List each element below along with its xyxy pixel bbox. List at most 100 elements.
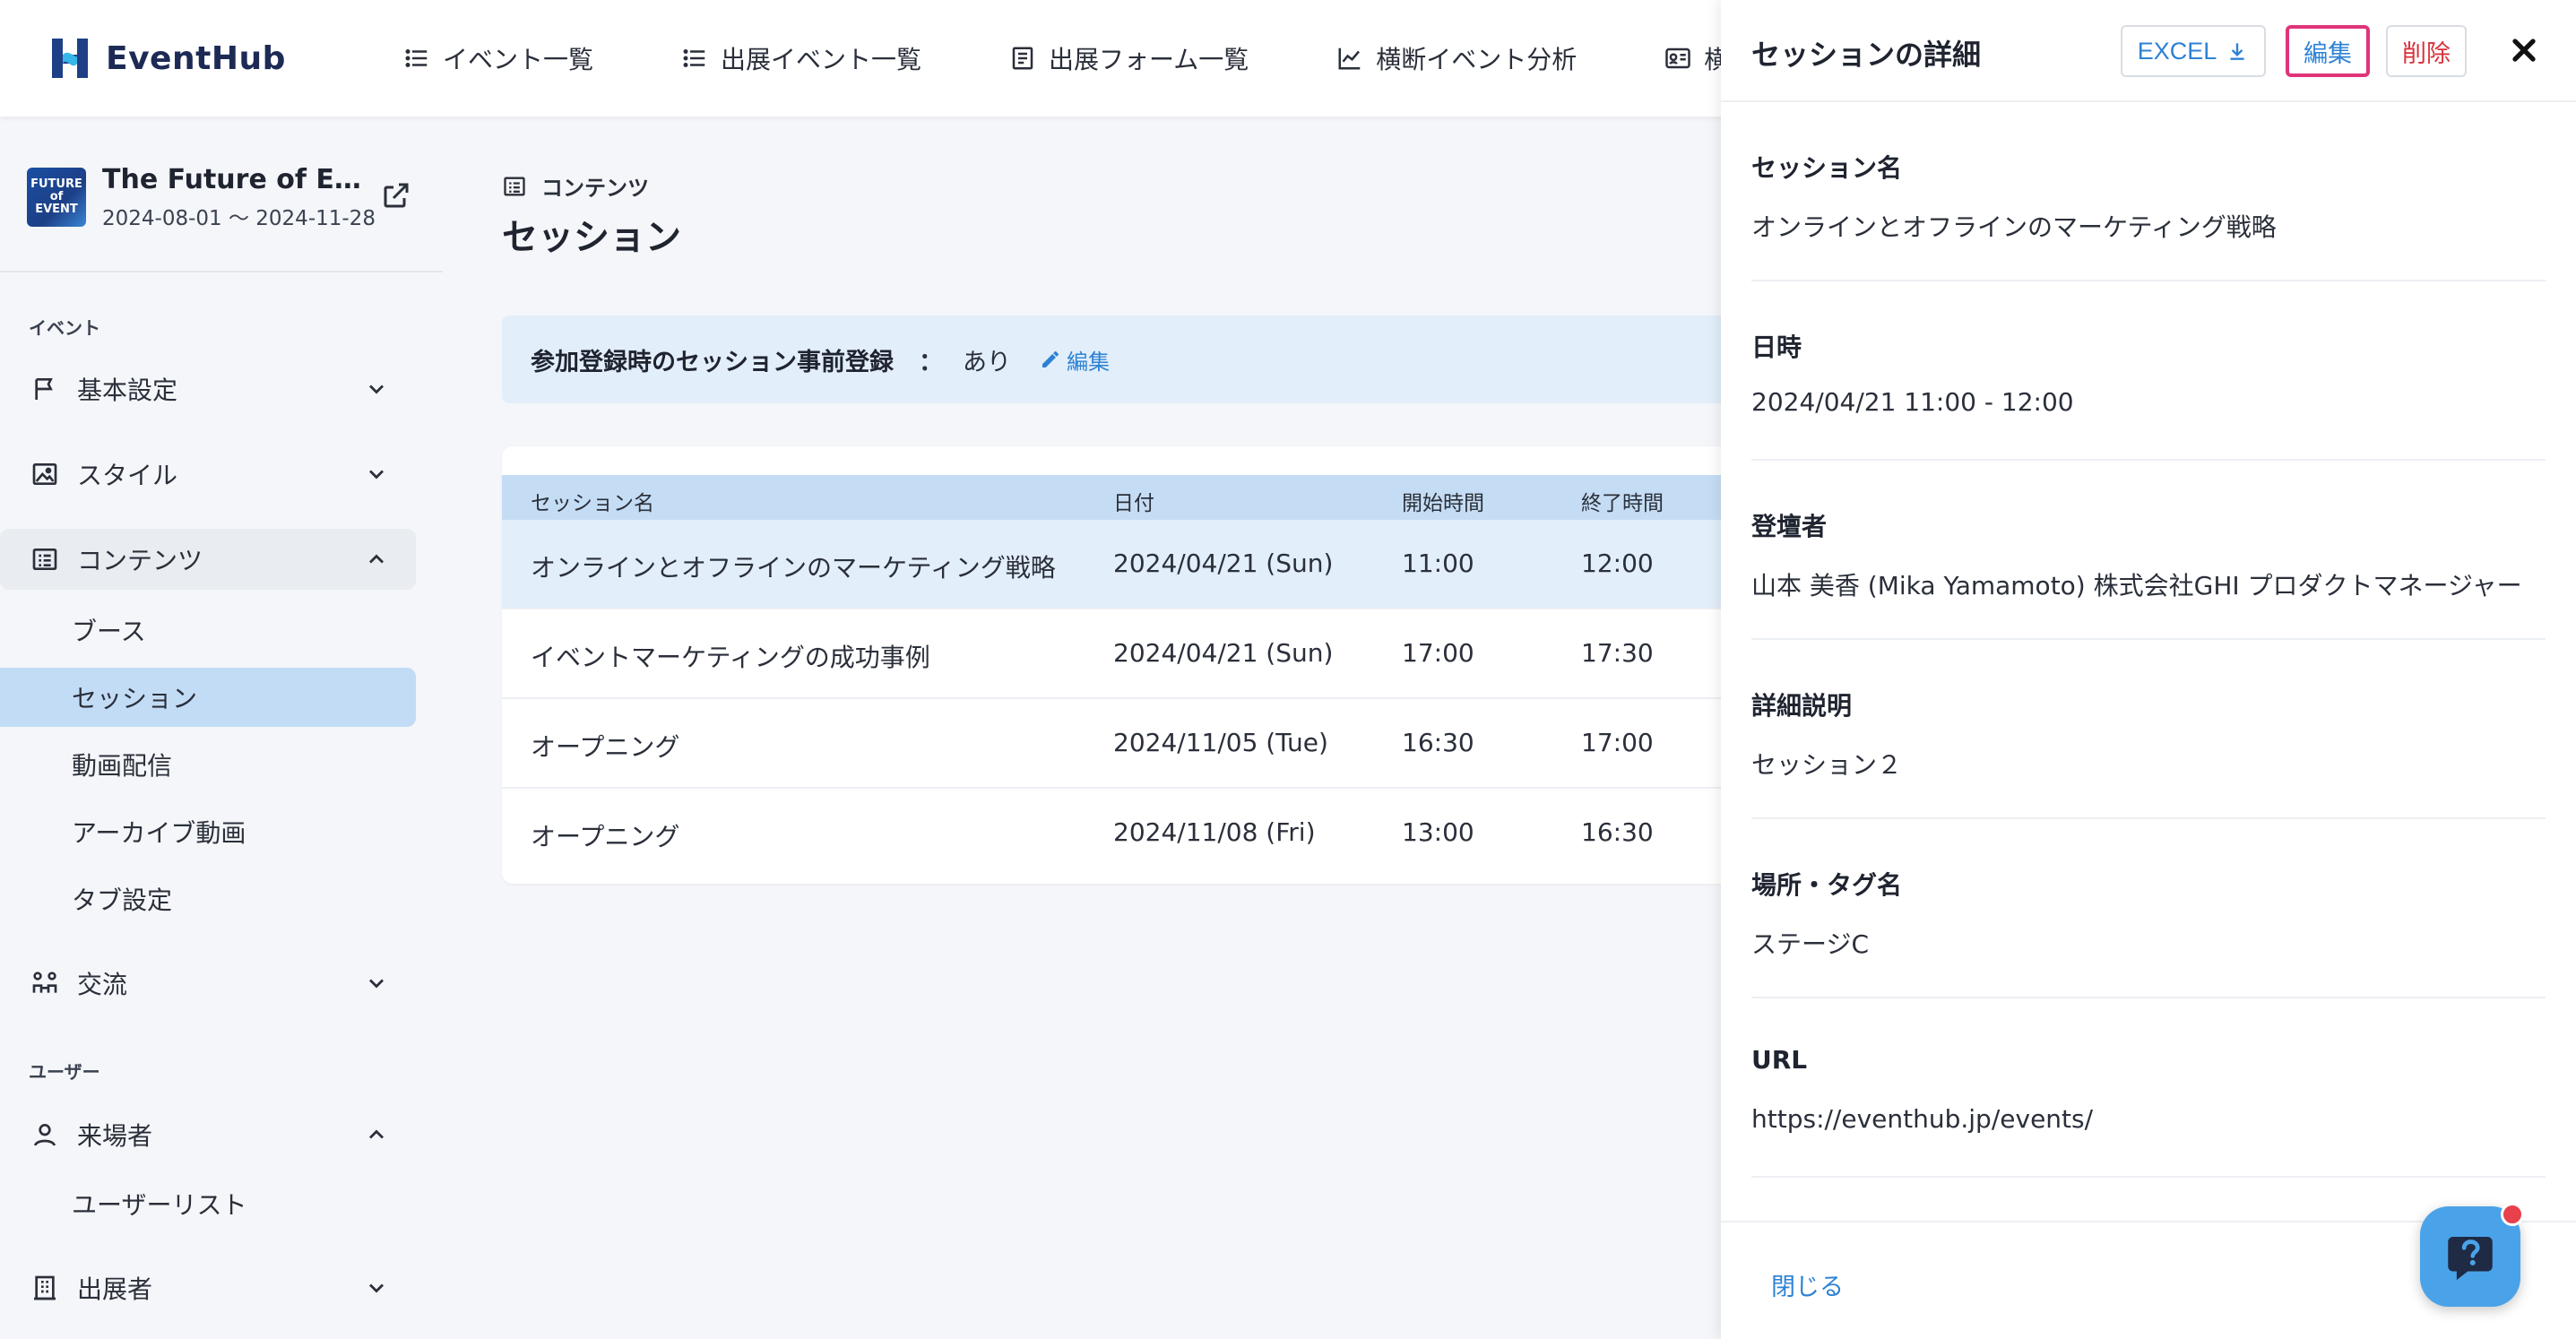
sidebar-item-basic-settings[interactable]: 基本設定 xyxy=(0,359,416,419)
nav-label: 横断イベント分析 xyxy=(1376,45,1578,74)
sidebar-item-exhibitors[interactable]: 出展者 xyxy=(0,1257,416,1318)
nav-exhibit-form-list[interactable]: 出展フォーム一覧 xyxy=(1009,40,1249,76)
notification-badge xyxy=(2501,1203,2524,1226)
field-label: URL xyxy=(1751,1045,1808,1075)
nav-label: イベント一覧 xyxy=(443,45,594,74)
download-icon xyxy=(2230,43,2244,60)
field-value: ステージC xyxy=(1751,929,1869,959)
column-header-session-name[interactable]: セッション名 xyxy=(531,486,654,516)
page-title: セッション xyxy=(502,217,681,258)
sidebar-item-label: 交流 xyxy=(77,970,128,999)
sidebar-subitem-tab-settings[interactable]: タブ設定 xyxy=(0,869,416,929)
cell-session-name: オープニング xyxy=(531,822,680,851)
session-table: セッション名 日付 開始時間 終了時間 オンラインとオフラインのマーケティング戦… xyxy=(502,446,1757,884)
sidebar-item-contents[interactable]: コンテンツ xyxy=(0,529,416,590)
image-icon xyxy=(32,463,57,485)
field-label: セッション名 xyxy=(1751,153,1903,183)
field-label: 登壇者 xyxy=(1751,512,1828,541)
nav-event-list[interactable]: イベント一覧 xyxy=(403,40,593,76)
sidebar-subitem-video-streaming[interactable]: 動画配信 xyxy=(0,735,416,794)
field-value: オンラインとオフラインのマーケティング戦略 xyxy=(1751,212,2277,242)
detail-field-session-name: セッション名 オンラインとオフラインのマーケティング戦略 xyxy=(1751,102,2546,281)
table-row[interactable]: オープニング 2024/11/08 (Fri) 13:00 16:30 xyxy=(502,789,1757,878)
help-question-icon xyxy=(2448,1237,2493,1281)
chevron-down-icon xyxy=(369,1283,384,1293)
close-panel-link[interactable]: 閉じる xyxy=(1771,1267,1844,1302)
field-value: セッション２ xyxy=(1751,750,1903,780)
user-icon xyxy=(34,1124,56,1146)
cell-end-time: 12:00 xyxy=(1581,549,1654,578)
chart-icon xyxy=(1338,48,1361,70)
section-label-event: イベント xyxy=(29,317,100,339)
chevron-down-icon xyxy=(369,384,384,394)
id-card-icon xyxy=(1665,48,1690,69)
brand-name: EventHub xyxy=(106,39,286,77)
detail-field-url: URL https://eventhub.jp/events/ xyxy=(1751,998,2546,1178)
chevron-down-icon xyxy=(369,470,384,479)
sidebar-item-exchange[interactable]: 交流 xyxy=(0,953,416,1014)
cell-session-name: オープニング xyxy=(531,732,680,762)
cell-date: 2024/11/08 (Fri) xyxy=(1113,817,1316,847)
table-header: セッション名 日付 開始時間 終了時間 xyxy=(502,475,1757,520)
external-link-icon[interactable] xyxy=(380,179,412,212)
field-label: 場所・タグ名 xyxy=(1751,870,1903,900)
cell-start-time: 11:00 xyxy=(1402,549,1474,578)
column-header-date[interactable]: 日付 xyxy=(1113,486,1154,516)
column-header-start-time[interactable]: 開始時間 xyxy=(1402,486,1484,516)
field-value[interactable]: https://eventhub.jp/events/ xyxy=(1751,1104,2093,1134)
event-info: The Future of Eve… 2024-08-01 〜 2024-11-… xyxy=(102,164,376,231)
detail-field-description: 詳細説明 セッション２ xyxy=(1751,640,2546,819)
event-card[interactable]: FUTURE of EVENT The Future of Eve… 2024-… xyxy=(27,161,421,233)
close-icon[interactable] xyxy=(2506,32,2542,68)
contents-icon xyxy=(32,549,57,570)
breadcrumb: コンテンツ xyxy=(502,170,649,202)
event-dates: 2024-08-01 〜 2024-11-28 xyxy=(102,206,376,230)
cell-date: 2024/04/21 (Sun) xyxy=(1113,549,1334,578)
chevron-down-icon xyxy=(369,979,384,989)
session-detail-panel: セッションの詳細 EXCEL 編集 削除 セッション名 オンラインとオフラインの… xyxy=(1721,0,2576,1339)
top-navigation: イベント一覧 出展イベント一覧 出展フォーム一覧 横断イベント分析 横 xyxy=(403,0,1817,117)
preregistration-edit-link[interactable]: 編集 xyxy=(1040,344,1110,376)
field-label: 詳細説明 xyxy=(1751,691,1853,721)
table-row[interactable]: オープニング 2024/11/05 (Tue) 16:30 17:00 xyxy=(502,699,1757,789)
chevron-up-icon xyxy=(369,1129,384,1139)
cell-session-name: オンラインとオフラインのマーケティング戦略 xyxy=(531,553,1056,583)
help-chat-button[interactable] xyxy=(2420,1203,2524,1307)
cell-start-time: 13:00 xyxy=(1402,817,1474,847)
nav-label: 出展イベント一覧 xyxy=(721,45,922,74)
edit-button[interactable]: 編集 xyxy=(2286,25,2370,77)
cell-start-time: 16:30 xyxy=(1402,728,1474,757)
flag-icon xyxy=(35,378,53,400)
eventhub-logo[interactable]: EventHub xyxy=(47,29,286,88)
detail-field-datetime: 日時 2024/04/21 11:00 - 12:00 xyxy=(1751,281,2546,461)
excel-download-button[interactable]: EXCEL xyxy=(2121,25,2266,77)
chevron-up-icon xyxy=(369,554,384,564)
sidebar-item-label: 基本設定 xyxy=(77,376,178,405)
edit-label: 編集 xyxy=(1067,349,1110,375)
nav-cross-event-analysis[interactable]: 横断イベント分析 xyxy=(1336,40,1577,76)
list-icon xyxy=(683,49,705,67)
sidebar-item-label: 来場者 xyxy=(77,1121,153,1151)
pencil-icon xyxy=(1042,351,1059,367)
table-row[interactable]: イベントマーケティングの成功事例 2024/04/21 (Sun) 17:00 … xyxy=(502,609,1757,699)
panel-header: セッションの詳細 EXCEL 編集 削除 xyxy=(1721,0,2576,102)
sidebar-item-style[interactable]: スタイル xyxy=(0,444,416,505)
nav-exhibit-event-list[interactable]: 出展イベント一覧 xyxy=(681,40,921,76)
panel-title: セッションの詳細 xyxy=(1751,38,1982,72)
sidebar-item-label: コンテンツ xyxy=(77,546,203,575)
delete-button[interactable]: 削除 xyxy=(2386,25,2467,77)
sidebar-subitem-booth[interactable]: ブース xyxy=(0,600,416,660)
form-icon xyxy=(1012,47,1033,70)
sidebar-subitem-archive-video[interactable]: アーカイブ動画 xyxy=(0,802,416,861)
sidebar-item-visitors[interactable]: 来場者 xyxy=(0,1104,416,1165)
table-row[interactable]: オンラインとオフラインのマーケティング戦略 2024/04/21 (Sun) 1… xyxy=(502,520,1757,609)
cell-date: 2024/04/21 (Sun) xyxy=(1113,638,1334,668)
eventhub-logo-icon xyxy=(52,39,88,78)
column-header-end-time[interactable]: 終了時間 xyxy=(1581,486,1664,516)
cell-end-time: 17:00 xyxy=(1581,728,1654,757)
sidebar-subitem-session[interactable]: セッション xyxy=(0,668,416,727)
preregistration-label: 参加登録時のセッション事前登録 xyxy=(531,348,894,376)
sidebar-subitem-user-list[interactable]: ユーザーリスト xyxy=(0,1174,416,1233)
nav-cross-truncated[interactable]: 横 xyxy=(1664,40,1729,76)
breadcrumb-label: コンテンツ xyxy=(541,176,649,201)
